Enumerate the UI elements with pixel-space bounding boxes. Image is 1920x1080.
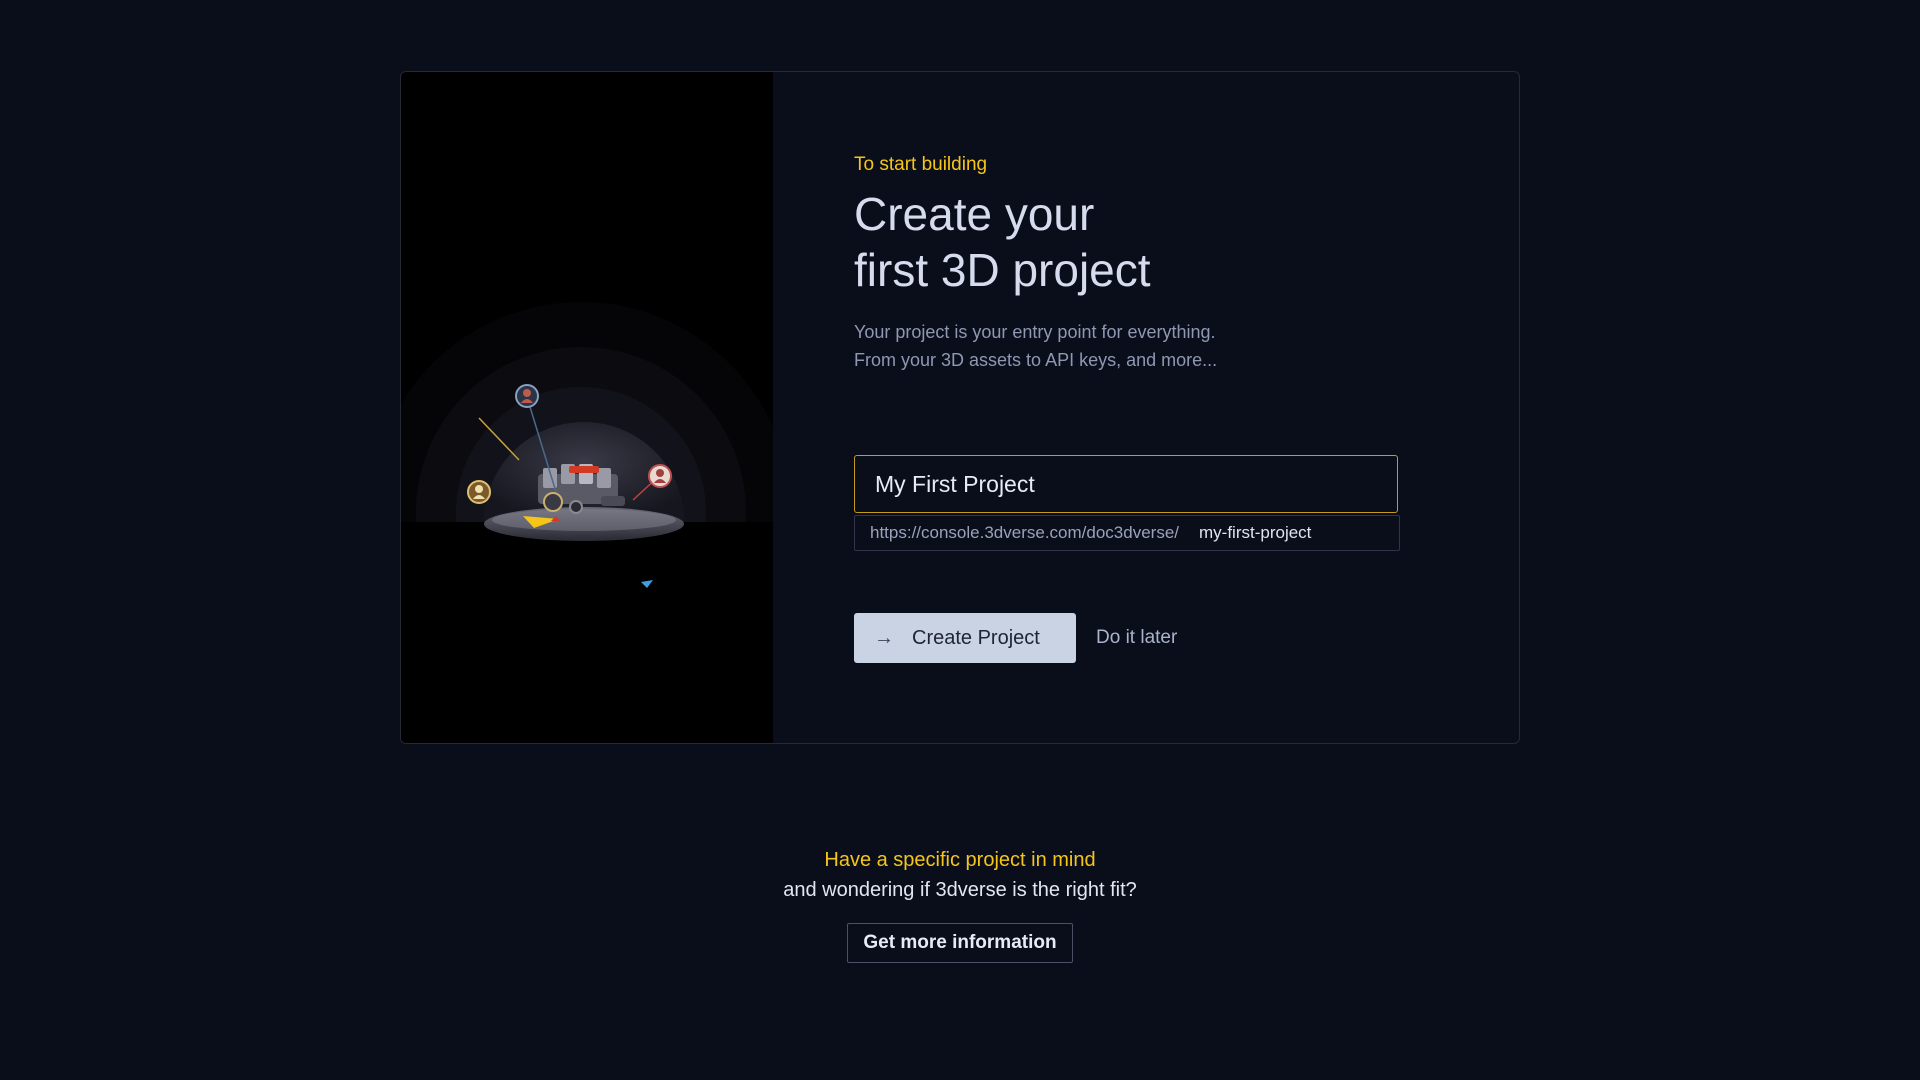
description-line-1: Your project is your entry point for eve… [854, 322, 1216, 342]
get-more-information-button[interactable]: Get more information [847, 923, 1073, 963]
title-line-1: Create your [854, 188, 1095, 240]
project-slug-input[interactable] [1187, 516, 1399, 550]
footer-subtitle: and wondering if 3dverse is the right fi… [783, 879, 1137, 901]
illustration-panel [401, 72, 773, 743]
eyebrow-text: To start building [854, 154, 988, 175]
page-description: Your project is your entry point for eve… [854, 318, 1414, 374]
footer-section: Have a specific project in mind and wond… [0, 845, 1920, 963]
footer-highlight: Have a specific project in mind [824, 849, 1096, 871]
project-url-field: https://console.3dverse.com/doc3dverse/ [854, 515, 1400, 551]
create-project-label: Create Project [912, 626, 1040, 649]
arrow-right-icon: → [874, 626, 894, 649]
title-line-2: first 3D project [854, 244, 1151, 296]
onboarding-card: To start building Create your first 3D p… [400, 71, 1520, 744]
engine-scene-illustration [401, 302, 773, 743]
avatar-icon [467, 480, 491, 504]
url-prefix: https://console.3dverse.com/doc3dverse/ [870, 523, 1179, 542]
project-name-input[interactable] [854, 455, 1398, 513]
create-project-button[interactable]: → Create Project [854, 613, 1076, 663]
page-title: Create your first 3D project [854, 186, 1414, 298]
avatar-icon [648, 464, 672, 488]
do-it-later-button[interactable]: Do it later [1084, 613, 1189, 663]
avatar-icon [515, 384, 539, 408]
description-line-2: From your 3D assets to API keys, and mor… [854, 350, 1218, 370]
